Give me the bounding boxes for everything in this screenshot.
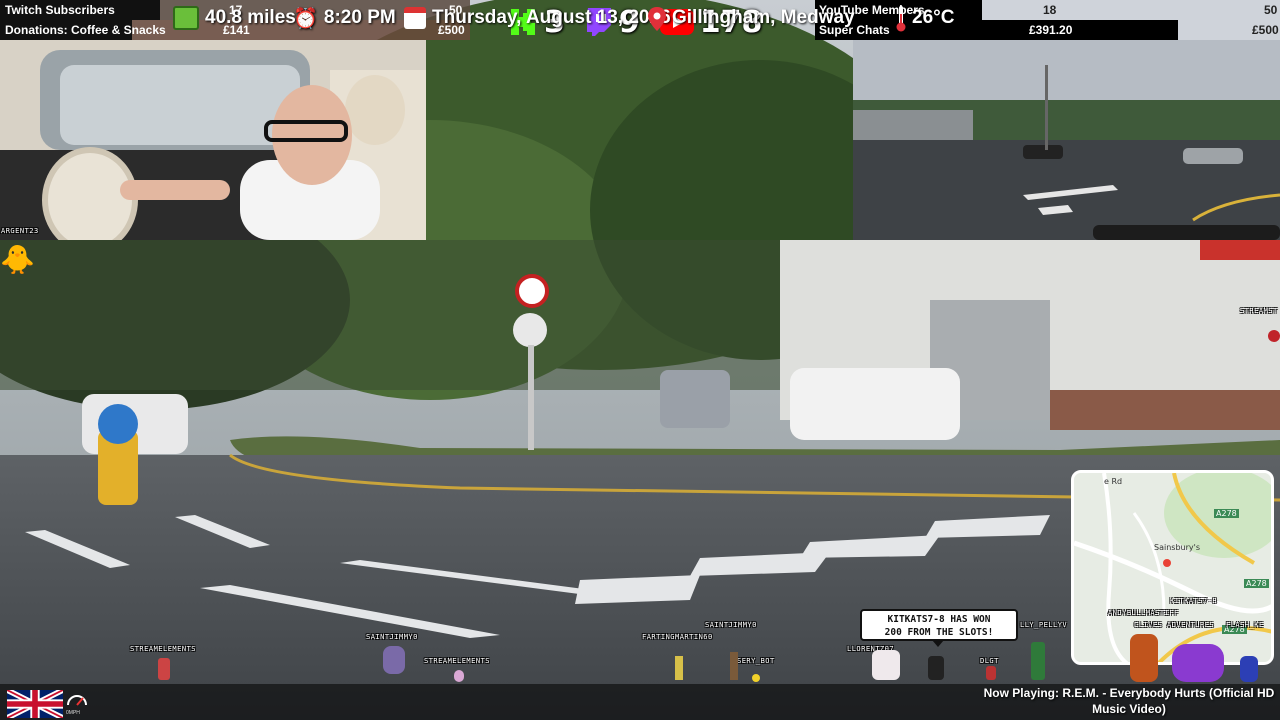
date-value: Thursday, August 13, 2026 (432, 7, 671, 28)
now-playing: Now Playing: R.E.M. - Everybody Hurts (O… (983, 686, 1275, 716)
user-tag: ANDYBULLMASTIFF (1108, 609, 1179, 617)
goal-label: Twitch Subscribers (5, 3, 115, 17)
sprite-icon (1172, 644, 1224, 682)
location-item: Gillingham, Medway (648, 0, 855, 36)
sprite-icon (158, 658, 170, 680)
user-tag: STREAMST (1240, 307, 1278, 315)
user-tag: FLASH_KE (1226, 621, 1264, 629)
sprite-icon (1031, 642, 1045, 680)
sprite-icon (675, 656, 683, 680)
slots-win-bubble: KITKATS7-8 HAS WON 200 FROM THE SLOTS! (860, 609, 1018, 647)
user-tag: KITKATS7-8 (1170, 597, 1218, 605)
sprite-icon (872, 650, 900, 680)
clock-icon: ⏰ (293, 7, 318, 30)
sprite-icon (1240, 656, 1258, 682)
distance-item: 40.8 miles (173, 0, 296, 36)
date-item: Thursday, August 13, 2026 (404, 0, 671, 36)
calendar-icon (404, 7, 426, 29)
user-tag: SAINTJIMMY0 (705, 621, 757, 629)
goal-youtube-members: YouTube Members 18 50 (815, 0, 1280, 20)
slots-line-2: 200 FROM THE SLOTS! (884, 627, 994, 638)
user-tag: FARTINGMARTIN60 (642, 633, 713, 641)
slots-line-1: KITKATS7-8 HAS WON (887, 614, 991, 625)
map-road-label: e Rd (1104, 477, 1123, 486)
temperature-item: 26°C (896, 0, 954, 36)
map-road-label: A278 (1214, 509, 1239, 518)
goal-current: 18 (1043, 3, 1057, 17)
time-value: 8:20 PM (323, 7, 396, 28)
user-tag: STREAMELEMENTS (130, 645, 197, 653)
sprite-icon (928, 656, 944, 680)
minimap: Sainsbury's A278 A278 A278 e Rd (1071, 470, 1274, 665)
speed-readout: 0MPH (66, 710, 80, 716)
pikachu-sprite-icon: 🐥 (0, 244, 35, 275)
time-item: ⏰ 8:20 PM (293, 0, 396, 36)
goal-target: £500 (1252, 23, 1279, 37)
user-tag: ARGENT23 (1, 227, 39, 235)
uk-flag-icon (5, 687, 65, 720)
user-tag: SERY_BOT (737, 657, 775, 665)
goal-label: Donations: Coffee & Snacks (5, 23, 166, 37)
sprite-icon (730, 652, 738, 680)
sprite-icon (752, 674, 760, 682)
secondary-camera (853, 40, 1280, 240)
map-place-label: Sainsbury's (1154, 543, 1200, 552)
user-tag: SAINTJIMMY0 (366, 633, 418, 641)
map-road-label: A278 (1244, 579, 1269, 588)
goal-super-chats: Super Chats £391.20 £500 (815, 20, 1280, 40)
sprite-icon (986, 666, 996, 680)
location-value: Gillingham, Medway (672, 7, 855, 28)
location-pin-icon (648, 7, 666, 31)
sprite-icon (454, 670, 464, 682)
driver-webcam (0, 40, 426, 240)
user-tag: CLIVES ADVENTURES (1134, 621, 1215, 629)
user-tag: LLY_PELLYV (1020, 621, 1068, 629)
user-tag: STREAMELEMENTS (424, 657, 491, 665)
sprite-icon (1130, 634, 1158, 682)
distance-value: 40.8 miles (205, 7, 296, 28)
goal-current: £391.20 (1029, 23, 1073, 37)
temperature-value: 26°C (912, 7, 955, 28)
sprite-icon (1268, 330, 1280, 342)
route-map-icon (173, 6, 199, 30)
thermometer-icon (896, 6, 906, 32)
goal-target: 50 (1264, 3, 1278, 17)
user-tag: DLGT (980, 657, 999, 665)
sprite-icon (383, 646, 405, 674)
